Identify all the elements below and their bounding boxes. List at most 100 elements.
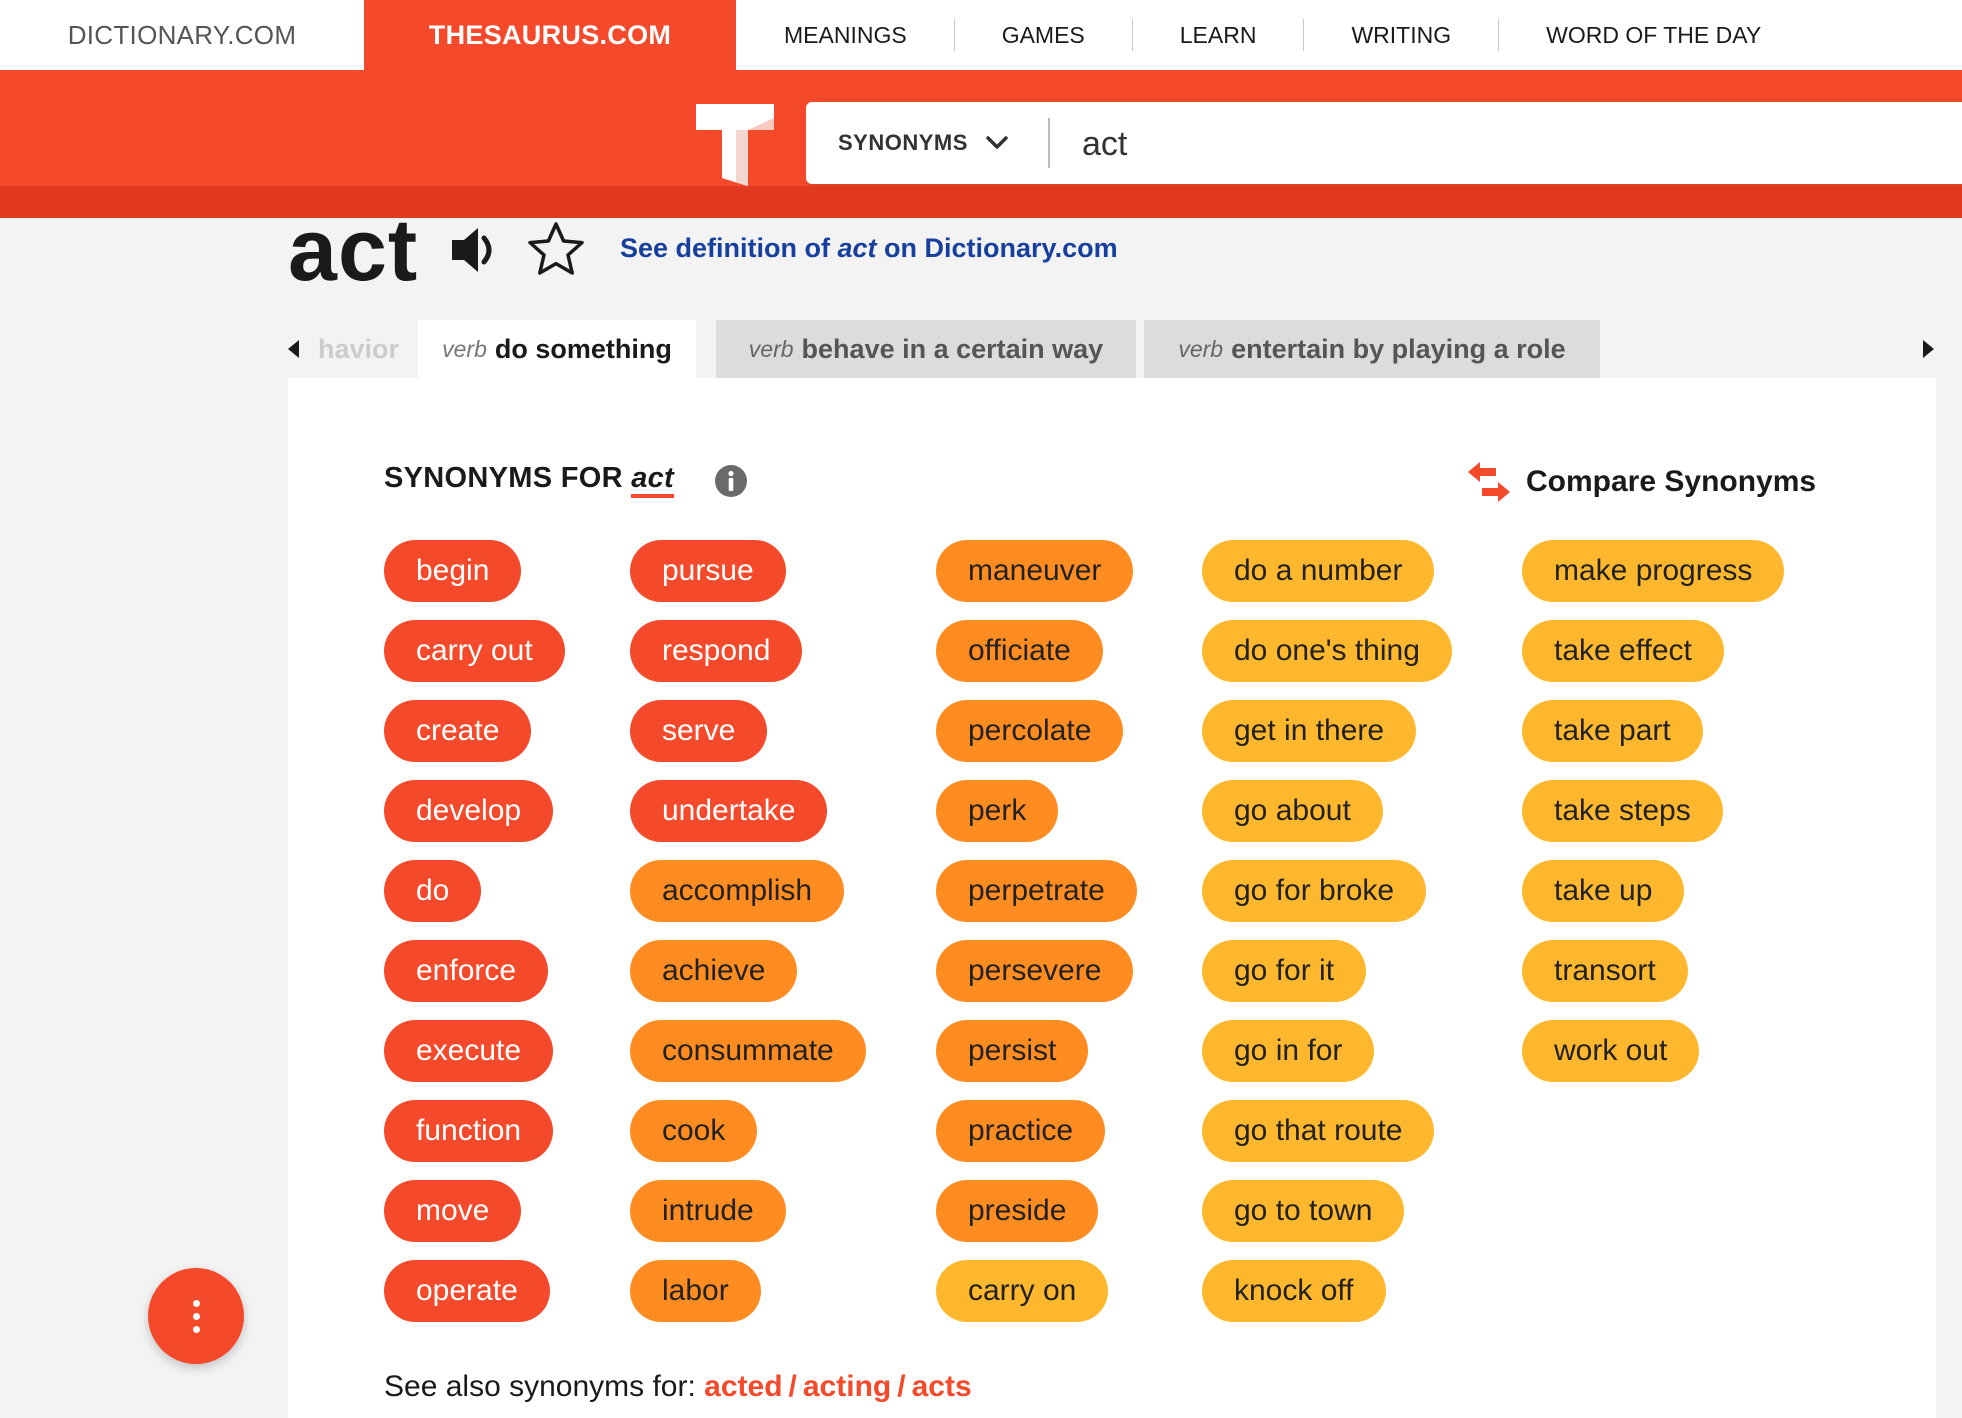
see-also-link-acting[interactable]: acting [803,1370,891,1403]
caret-left-icon[interactable] [288,340,300,358]
synonym-pill[interactable]: execute [384,1020,554,1082]
synonym-pill[interactable]: go about [1202,780,1383,842]
search-mode-dropdown[interactable]: SYNONYMS [806,102,1048,184]
synonym-pill[interactable]: undertake [630,780,828,842]
search-input[interactable] [1080,116,1944,172]
synonym-pill[interactable]: go that route [1202,1100,1435,1162]
definition-link-suffix: on Dictionary.com [876,233,1118,263]
synonym-pill[interactable]: achieve [630,940,798,1002]
see-also-link-acts[interactable]: acts [912,1370,972,1403]
caret-right-icon[interactable] [1922,340,1934,358]
nav-link-word-of-the-day[interactable]: WORD OF THE DAY [1498,19,1808,51]
synonym-pill[interactable]: take up [1522,860,1685,922]
synonym-pill[interactable]: transort [1522,940,1688,1002]
synonym-pill[interactable]: perpetrate [936,860,1137,922]
top-navigation: DICTIONARY.COM THESAURUS.COM MEANINGS GA… [0,0,1962,70]
more-dot [193,1326,200,1333]
thesaurus-t-logo[interactable] [692,100,778,186]
synonym-pill[interactable]: carry on [936,1260,1109,1322]
synonym-pill[interactable]: persist [936,1020,1089,1082]
speaker-icon[interactable] [448,224,504,276]
synonyms-column-2: pursue respond serve undertake accomplis… [630,540,866,1340]
compare-synonyms-button[interactable]: Compare Synonyms [1466,462,1816,502]
synonyms-heading: SYNONYMS FOR act [384,462,675,498]
synonym-pill[interactable]: consummate [630,1020,866,1082]
synonym-pill[interactable]: enforce [384,940,549,1002]
more-dot [193,1300,200,1307]
info-icon[interactable] [714,464,748,498]
synonym-pill[interactable]: take part [1522,700,1703,762]
tab-do-something[interactable]: verb do something [418,320,696,378]
headword: act [288,200,419,299]
see-also-link-acted[interactable]: acted [704,1370,782,1403]
search-mode-label: SYNONYMS [838,130,968,155]
synonym-pill[interactable]: labor [630,1260,761,1322]
nav-link-writing[interactable]: WRITING [1303,19,1498,51]
floating-menu-button[interactable] [148,1268,244,1364]
synonym-pill[interactable]: practice [936,1100,1106,1162]
see-also-line: See also synonyms for: acted / acting / acts [384,1370,972,1404]
synonyms-column-4: do a number do one's thing get in there … [1202,540,1452,1340]
synonym-pill[interactable]: go to town [1202,1180,1405,1242]
synonym-pill[interactable]: persevere [936,940,1134,1002]
synonym-pill[interactable]: respond [630,620,803,682]
tab-sense: havior [318,333,400,364]
synonym-pill[interactable]: preside [936,1180,1099,1242]
synonym-pill[interactable]: begin [384,540,522,602]
synonym-pill[interactable]: go in for [1202,1020,1375,1082]
synonym-pill[interactable]: make progress [1522,540,1785,602]
synonym-pill[interactable]: create [384,700,532,762]
tab-sense: entertain by playing a role [1231,333,1566,364]
see-also-separator: / [788,1370,797,1403]
synonyms-card: SYNONYMS FOR act Compare Synonyms begin … [288,378,1936,1418]
synonym-pill[interactable]: go for it [1202,940,1367,1002]
tab-behavior-partial[interactable]: havior [300,320,406,378]
nav-link-learn[interactable]: LEARN [1131,19,1304,51]
tab-entertain-by-playing-a-role[interactable]: verb entertain by playing a role [1144,320,1600,378]
synonym-pill[interactable]: accomplish [630,860,845,922]
synonym-pill[interactable]: do a number [1202,540,1435,602]
star-icon[interactable] [526,220,586,278]
synonym-pill[interactable]: pursue [630,540,786,602]
sense-tabs: havior verb do something verb behave in … [288,320,1936,378]
synonym-pill[interactable]: serve [630,700,768,762]
synonym-pill[interactable]: do one's thing [1202,620,1452,682]
synonym-pill[interactable]: perk [936,780,1059,842]
synonym-pill[interactable]: take steps [1522,780,1723,842]
nav-link-games[interactable]: GAMES [953,19,1132,51]
see-also-separator: / [897,1370,906,1403]
thesaurus-site-tab[interactable]: THESAURUS.COM [364,0,736,70]
synonym-pill[interactable]: officiate [936,620,1103,682]
synonym-pill[interactable]: move [384,1180,522,1242]
synonym-pill[interactable]: get in there [1202,700,1417,762]
synonym-pill[interactable]: go for broke [1202,860,1427,922]
dictionary-site-tab[interactable]: DICTIONARY.COM [0,0,364,70]
synonym-pill[interactable]: knock off [1202,1260,1386,1322]
chevron-down-icon [986,136,1008,149]
more-dot [193,1313,200,1320]
compare-arrows-icon [1468,462,1510,502]
definition-link-prefix: See definition of [620,233,838,263]
tab-behave-in-a-certain-way[interactable]: verb behave in a certain way [716,320,1136,378]
synonyms-column-3: maneuver officiate percolate perk perpet… [936,540,1137,1340]
definition-link[interactable]: See definition of act on Dictionary.com [620,233,1118,264]
synonym-pill[interactable]: do [384,860,482,922]
search-bar: SYNONYMS [806,102,1962,184]
compare-synonyms-label: Compare Synonyms [1526,465,1817,498]
synonym-pill[interactable]: intrude [630,1180,786,1242]
tab-pos: verb [1178,335,1224,362]
definition-link-word: act [837,233,877,263]
synonym-pill[interactable]: cook [630,1100,758,1162]
synonym-pill[interactable]: carry out [384,620,565,682]
see-also-label: See also synonyms for: [384,1370,696,1403]
synonym-pill[interactable]: develop [384,780,554,842]
synonym-pill[interactable]: take effect [1522,620,1724,682]
synonym-pill[interactable]: work out [1522,1020,1700,1082]
synonym-pill[interactable]: operate [384,1260,550,1322]
synonym-pill[interactable]: percolate [936,700,1124,762]
nav-link-meanings[interactable]: MEANINGS [736,19,954,51]
tab-sense: do something [494,333,672,364]
synonym-pill[interactable]: maneuver [936,540,1134,602]
synonym-pill[interactable]: function [384,1100,554,1162]
search-divider [1048,118,1050,168]
